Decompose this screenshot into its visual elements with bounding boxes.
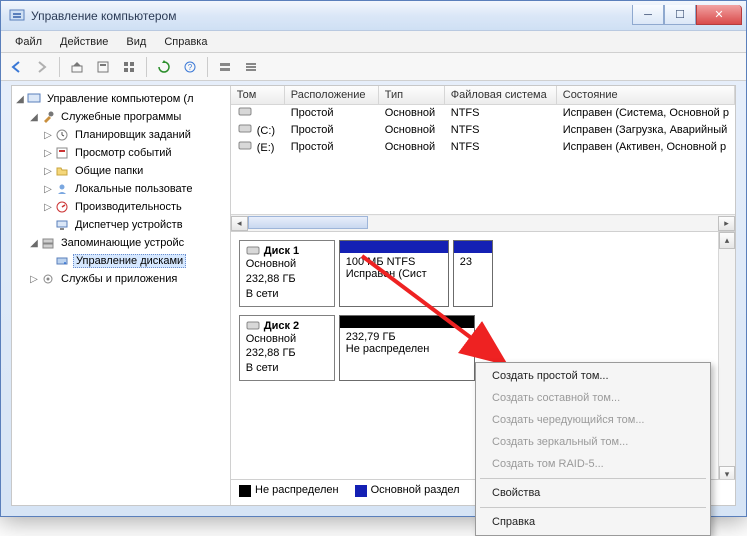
close-button[interactable]: ✕: [696, 5, 742, 25]
disk-icon: [54, 253, 70, 269]
tree-task-scheduler[interactable]: ▷ Планировщик заданий: [14, 126, 228, 144]
ctx-separator: [480, 507, 706, 508]
perf-icon: [54, 199, 70, 215]
legend-swatch-unallocated: [239, 485, 251, 497]
tree-local-users[interactable]: ▷ Локальные пользовате: [14, 180, 228, 198]
tree-device-manager[interactable]: Диспетчер устройств: [14, 216, 228, 234]
col-status[interactable]: Состояние: [557, 86, 735, 104]
devmgr-icon: [54, 217, 70, 233]
menu-file[interactable]: Файл: [7, 34, 50, 50]
menu-action[interactable]: Действие: [52, 34, 116, 50]
overview-button[interactable]: [214, 56, 236, 78]
ctx-new-simple-volume[interactable]: Создать простой том...: [478, 365, 708, 387]
drive-icon: [237, 141, 253, 151]
partition[interactable]: 23: [453, 240, 493, 307]
help-button[interactable]: ?: [179, 56, 201, 78]
volume-row[interactable]: (C:) Простой Основной NTFS Исправен (Заг…: [231, 122, 735, 139]
partition[interactable]: 100 МБ NTFS Исправен (Сист: [339, 240, 449, 307]
drive-icon: [237, 124, 253, 134]
storage-icon: [40, 235, 56, 251]
partition-unallocated[interactable]: 232,79 ГБ Не распределен: [339, 315, 475, 382]
tools-icon: [40, 109, 56, 125]
ctx-properties[interactable]: Свойства: [478, 482, 708, 504]
disk-row: Диск 1 Основной 232,88 ГБ В сети 100 МБ …: [239, 240, 710, 307]
tree-shared-folders[interactable]: ▷ Общие папки: [14, 162, 228, 180]
menu-view[interactable]: Вид: [118, 34, 154, 50]
tree-storage[interactable]: ◢ Запоминающие устройс: [14, 234, 228, 252]
ctx-separator: [480, 478, 706, 479]
volume-row[interactable]: Простой Основной NTFS Исправен (Система,…: [231, 105, 735, 122]
app-icon: [9, 8, 25, 24]
volume-row[interactable]: (E:) Простой Основной NTFS Исправен (Акт…: [231, 139, 735, 156]
clock-icon: [54, 127, 70, 143]
computer-icon: [26, 91, 42, 107]
refresh-button[interactable]: [153, 56, 175, 78]
up-button[interactable]: [66, 56, 88, 78]
folder-icon: [54, 163, 70, 179]
disk-icon: [246, 246, 260, 256]
ctx-new-spanned-volume[interactable]: Создать составной том...: [478, 387, 708, 409]
legend-swatch-primary: [355, 485, 367, 497]
disk-vscrollbar[interactable]: ▴ ▾: [718, 232, 735, 483]
views-button[interactable]: [118, 56, 140, 78]
tree-disk-management[interactable]: Управление дисками: [14, 252, 228, 270]
drive-icon: [237, 107, 253, 117]
scroll-thumb[interactable]: [248, 216, 368, 229]
scroll-up-button[interactable]: ▴: [719, 232, 735, 249]
disk-icon: [246, 321, 260, 331]
toolbar: ?: [1, 53, 746, 81]
volume-hscrollbar[interactable]: ◂ ▸: [231, 214, 735, 231]
maximize-button[interactable]: ☐: [664, 5, 696, 25]
scroll-left-button[interactable]: ◂: [231, 216, 248, 231]
list-button[interactable]: [240, 56, 262, 78]
nav-tree[interactable]: ◢ Управление компьютером (л ◢ Служебные …: [12, 86, 231, 505]
content-area: ◢ Управление компьютером (л ◢ Служебные …: [11, 85, 736, 506]
disk-header[interactable]: Диск 2 Основной 232,88 ГБ В сети: [239, 315, 335, 382]
volume-list-header[interactable]: Том Расположение Тип Файловая система Со…: [231, 86, 735, 105]
window-title: Управление компьютером: [31, 9, 632, 23]
context-menu: Создать простой том... Создать составной…: [475, 362, 711, 536]
props-button[interactable]: [92, 56, 114, 78]
menu-help[interactable]: Справка: [156, 34, 215, 50]
svg-text:?: ?: [188, 63, 193, 72]
titlebar[interactable]: Управление компьютером ─ ☐ ✕: [1, 1, 746, 31]
disk-header[interactable]: Диск 1 Основной 232,88 ГБ В сети: [239, 240, 335, 307]
ctx-new-raid5-volume[interactable]: Создать том RAID-5...: [478, 453, 708, 475]
window-buttons: ─ ☐ ✕: [632, 6, 742, 25]
tree-system-tools[interactable]: ◢ Служебные программы: [14, 108, 228, 126]
event-icon: [54, 145, 70, 161]
tree-services[interactable]: ▷ Службы и приложения: [14, 270, 228, 288]
nav-fwd-button[interactable]: [31, 56, 53, 78]
ctx-new-mirror-volume[interactable]: Создать зеркальный том...: [478, 431, 708, 453]
menubar: Файл Действие Вид Справка: [1, 31, 746, 53]
col-fs[interactable]: Файловая система: [445, 86, 557, 104]
nav-back-button[interactable]: [5, 56, 27, 78]
col-layout[interactable]: Расположение: [285, 86, 379, 104]
services-icon: [40, 271, 56, 287]
volume-rows: Простой Основной NTFS Исправен (Система,…: [231, 105, 735, 214]
scroll-right-button[interactable]: ▸: [718, 216, 735, 231]
tree-root[interactable]: ◢ Управление компьютером (л: [14, 90, 228, 108]
users-icon: [54, 181, 70, 197]
tree-performance[interactable]: ▷ Производительность: [14, 198, 228, 216]
col-volume[interactable]: Том: [231, 86, 285, 104]
ctx-new-striped-volume[interactable]: Создать чередующийся том...: [478, 409, 708, 431]
ctx-help[interactable]: Справка: [478, 511, 708, 533]
tree-event-viewer[interactable]: ▷ Просмотр событий: [14, 144, 228, 162]
volume-list: Том Расположение Тип Файловая система Со…: [231, 86, 735, 232]
minimize-button[interactable]: ─: [632, 5, 664, 25]
window-frame: Управление компьютером ─ ☐ ✕ Файл Действ…: [0, 0, 747, 517]
col-type[interactable]: Тип: [379, 86, 445, 104]
